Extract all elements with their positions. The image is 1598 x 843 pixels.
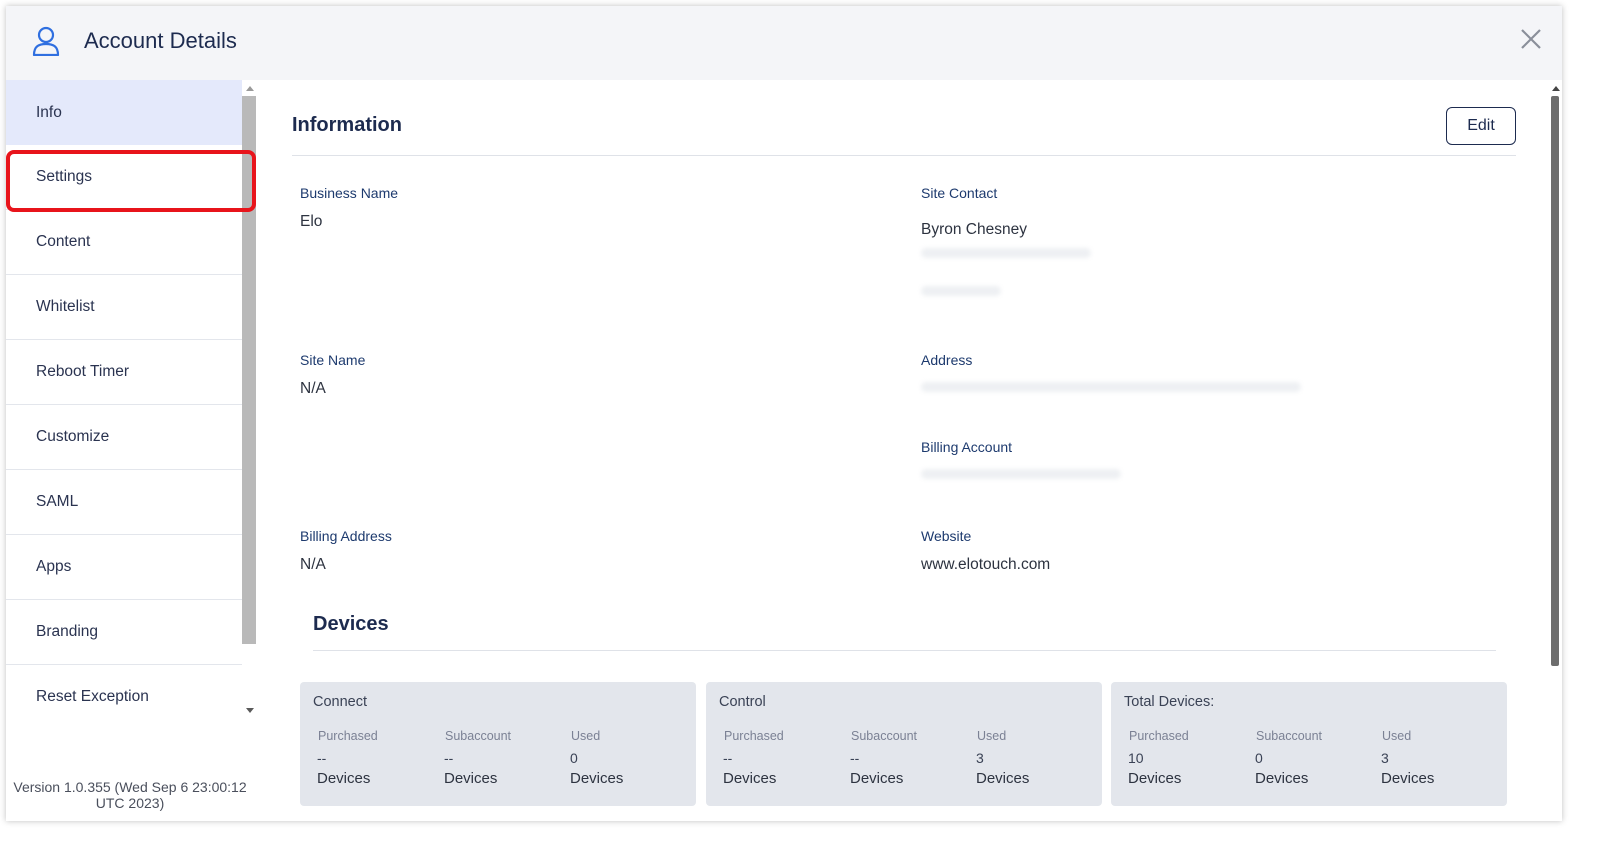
- sidebar-item-label: Settings: [36, 168, 93, 185]
- sidebar-item-reboot-timer[interactable]: Reboot Timer: [6, 340, 242, 405]
- scroll-up-arrow-icon[interactable]: [1552, 86, 1560, 91]
- scrollbar-thumb[interactable]: [1551, 96, 1559, 666]
- sidebar: Info Settings Content Whitelist Reboot T…: [6, 80, 258, 821]
- redacted-contact-phone: [921, 286, 1001, 296]
- sidebar-item-label: Branding: [36, 623, 99, 640]
- device-card-connect: Connect Purchased Subaccount Used -- -- …: [300, 682, 696, 806]
- sidebar-item-label: SAML: [36, 493, 79, 510]
- business-name-value: Elo: [300, 213, 323, 230]
- card-title: Connect: [313, 694, 368, 710]
- billing-address-value: N/A: [300, 556, 326, 573]
- sidebar-item-label: Info: [36, 103, 62, 121]
- used-unit: Devices: [1381, 770, 1435, 787]
- sidebar-item-whitelist[interactable]: Whitelist: [6, 275, 242, 340]
- subaccount-unit: Devices: [444, 770, 498, 787]
- purchased-unit: Devices: [317, 770, 371, 787]
- purchased-unit: Devices: [1128, 770, 1182, 787]
- sidebar-item-content[interactable]: Content: [6, 210, 242, 275]
- purchased-label: Purchased: [724, 729, 784, 743]
- sidebar-item-branding[interactable]: Branding: [6, 600, 242, 665]
- website-value: www.elotouch.com: [921, 556, 1051, 573]
- sidebar-item-label: Customize: [36, 428, 110, 445]
- site-name-label: Site Name: [300, 352, 366, 368]
- used-value: 3: [976, 750, 984, 766]
- sidebar-item-info[interactable]: Info: [6, 80, 242, 145]
- address-label: Address: [921, 352, 973, 368]
- used-label: Used: [1382, 729, 1412, 743]
- sidebar-item-settings[interactable]: Settings: [6, 145, 242, 210]
- header: Account Details: [6, 6, 1562, 80]
- close-icon[interactable]: [1516, 24, 1546, 54]
- main-content: Information Edit Business Name Elo Site …: [258, 80, 1562, 821]
- sidebar-item-label: Reboot Timer: [36, 363, 130, 380]
- user-icon: [32, 26, 60, 56]
- used-label: Used: [977, 729, 1007, 743]
- information-heading: Information: [292, 114, 402, 136]
- sidebar-item-apps[interactable]: Apps: [6, 535, 242, 600]
- redacted-contact-email: [921, 248, 1091, 258]
- scroll-down-arrow-icon[interactable]: [246, 708, 254, 713]
- page-title: Account Details: [84, 28, 237, 53]
- sidebar-item-customize[interactable]: Customize: [6, 405, 242, 470]
- devices-heading: Devices: [313, 613, 389, 635]
- device-card-total: Total Devices: Purchased Subaccount Used…: [1111, 682, 1507, 806]
- website-label: Website: [921, 528, 972, 544]
- purchased-value: --: [317, 750, 327, 766]
- subaccount-unit: Devices: [1255, 770, 1309, 787]
- purchased-value: --: [723, 750, 733, 766]
- purchased-value: 10: [1128, 750, 1144, 766]
- billing-address-label: Billing Address: [300, 528, 392, 544]
- business-name-label: Business Name: [300, 185, 399, 201]
- subaccount-value: --: [444, 750, 454, 766]
- sidebar-scrollbar[interactable]: [242, 80, 258, 720]
- billing-account-label: Billing Account: [921, 439, 1013, 455]
- scrollbar-thumb[interactable]: [242, 96, 256, 644]
- subaccount-label: Subaccount: [445, 729, 512, 743]
- sidebar-item-reset-exception[interactable]: Reset Exception: [6, 665, 242, 720]
- used-value: 3: [1381, 750, 1389, 766]
- scroll-up-arrow-icon[interactable]: [246, 86, 254, 91]
- information-divider: [292, 155, 1516, 156]
- purchased-label: Purchased: [318, 729, 378, 743]
- used-unit: Devices: [976, 770, 1030, 787]
- card-title: Control: [719, 694, 766, 710]
- subaccount-value: --: [850, 750, 860, 766]
- site-contact-label: Site Contact: [921, 185, 998, 201]
- used-value: 0: [570, 750, 578, 766]
- card-title: Total Devices:: [1124, 694, 1215, 710]
- main-scrollbar[interactable]: [1550, 80, 1562, 821]
- site-contact-value: Byron Chesney: [921, 221, 1027, 238]
- version-line-1: Version 1.0.355 (Wed Sep 6 23:00:12: [13, 779, 247, 795]
- redacted-address: [921, 382, 1301, 392]
- sidebar-item-label: Reset Exception: [36, 688, 149, 705]
- subaccount-value: 0: [1255, 750, 1263, 766]
- used-unit: Devices: [570, 770, 624, 787]
- subaccount-label: Subaccount: [1256, 729, 1323, 743]
- sidebar-item-label: Content: [36, 233, 91, 250]
- subaccount-unit: Devices: [850, 770, 904, 787]
- device-card-control: Control Purchased Subaccount Used -- -- …: [706, 682, 1102, 806]
- sidebar-item-label: Whitelist: [36, 298, 95, 315]
- edit-button[interactable]: Edit: [1446, 107, 1516, 145]
- purchased-label: Purchased: [1129, 729, 1189, 743]
- sidebar-item-label: Apps: [36, 558, 72, 575]
- version-line-2: UTC 2023): [95, 795, 165, 811]
- subaccount-label: Subaccount: [851, 729, 918, 743]
- site-name-value: N/A: [300, 380, 326, 397]
- sidebar-nav: Info Settings Content Whitelist Reboot T…: [6, 80, 242, 720]
- devices-divider: [313, 650, 1496, 651]
- purchased-unit: Devices: [723, 770, 777, 787]
- version-text: Version 1.0.355 (Wed Sep 6 23:00:12 UTC …: [6, 779, 254, 811]
- account-details-window: Account Details Info Settings Content Wh…: [6, 6, 1562, 821]
- sidebar-item-saml[interactable]: SAML: [6, 470, 242, 535]
- used-label: Used: [571, 729, 601, 743]
- redacted-billing-account: [921, 469, 1121, 479]
